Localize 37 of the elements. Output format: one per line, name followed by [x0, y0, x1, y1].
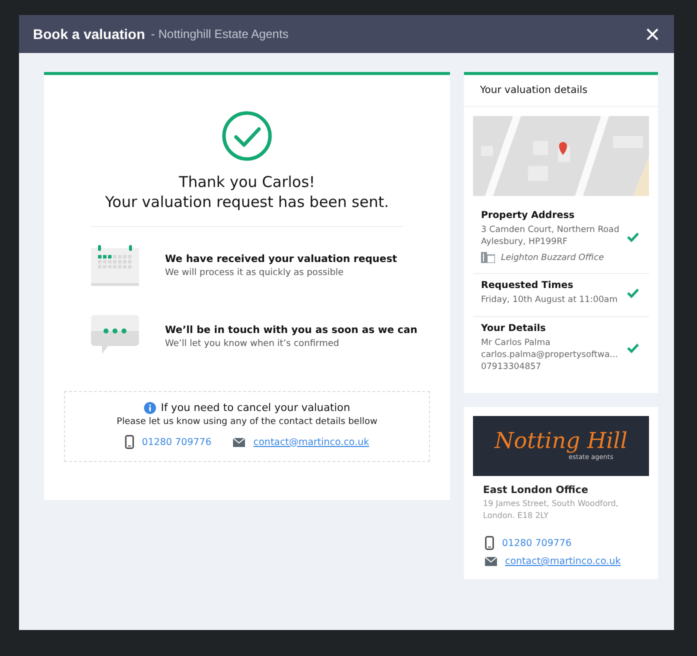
detail-line: Aylesbury, HP199RF — [481, 236, 568, 248]
section-label: Your Details — [481, 323, 547, 334]
step-text: We’ll let you know when it’s confirmed — [165, 339, 340, 349]
phone-icon — [124, 435, 134, 449]
step-title: We have received your valuation request — [165, 254, 398, 265]
office-title: East London Office — [483, 485, 590, 496]
email-link[interactable]: contact@martinco.co.uk — [505, 556, 621, 567]
section-label: Requested Times — [481, 280, 574, 291]
info-icon — [144, 402, 156, 414]
check-circle-icon — [221, 110, 273, 162]
detail-line: 3 Camden Court, Northern Road — [481, 224, 620, 236]
office-name: Leighton Buzzard Office — [501, 252, 604, 262]
calendar-icon — [91, 245, 141, 287]
office-address: London. E18 2LY — [483, 510, 550, 522]
details-title: Your valuation details — [464, 75, 658, 107]
building-icon — [481, 252, 495, 263]
detail-line: 07913304857 — [481, 361, 542, 373]
cancel-text: Please let us know using any of the contact details bellow — [116, 417, 378, 427]
mail-icon — [485, 557, 497, 566]
office-address: 19 James Street, South Woodford, — [483, 498, 620, 510]
logo-title: Notting Hill — [494, 431, 628, 453]
section-label: Property Address — [481, 210, 576, 221]
phone-icon — [485, 536, 494, 550]
close-button[interactable]: × — [644, 21, 660, 47]
detail-line: Mr Carlos Palma — [481, 337, 552, 349]
phone-link[interactable]: 01280 709776 — [502, 538, 572, 548]
phone-link[interactable]: 01280 709776 — [142, 436, 212, 448]
mail-icon — [233, 438, 246, 446]
thank-you-heading: Thank you Carlos! Your valuation request has been sent. — [105, 172, 389, 212]
step-title: We’ll be in touch with you as soon as we can — [165, 325, 418, 336]
detail-line: carlos.palma@propertysoftwa... — [481, 349, 619, 361]
cancel-title: If you need to cancel your valuation — [160, 402, 350, 414]
detail-line: Friday, 10th August at 11:00am — [481, 294, 619, 306]
step-text: We will process it as quickly as possible — [165, 268, 345, 278]
modal-subtitle: - Nottinghill Estate Agents — [151, 27, 288, 41]
modal-title: Book a valuation — [33, 26, 146, 42]
email-link[interactable]: contact@martinco.co.uk — [253, 436, 370, 448]
